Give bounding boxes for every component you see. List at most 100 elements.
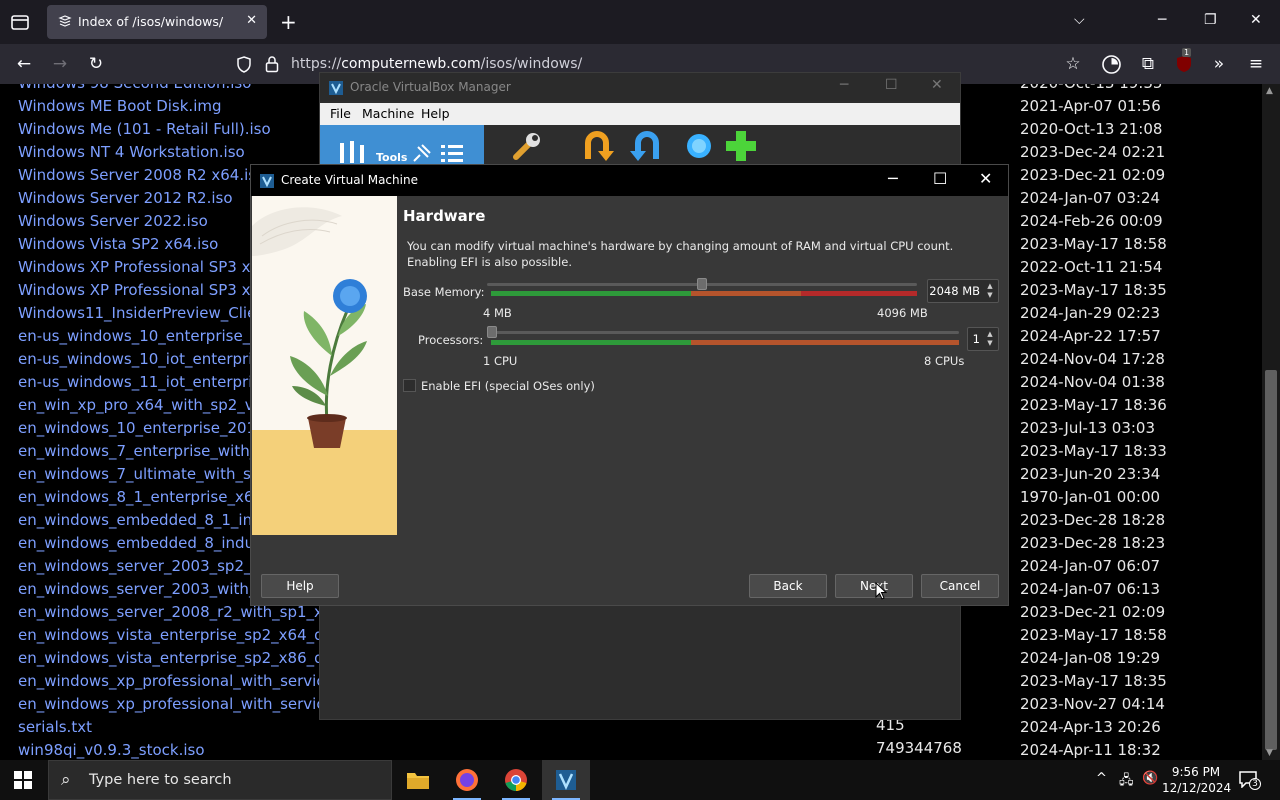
base-memory-spinbox[interactable]: 2048 MB ▲ ▼: [927, 279, 999, 303]
file-link[interactable]: win98qi_v0.9.3_stock.iso: [18, 739, 350, 760]
spin-arrows-icon[interactable]: ▲ ▼: [984, 282, 996, 300]
back-icon[interactable]: ←: [13, 54, 35, 76]
file-link[interactable]: serials.txt: [18, 716, 350, 739]
ublock-extension[interactable]: 1: [1174, 48, 1194, 74]
processors-value: 1: [972, 332, 980, 346]
history-extension-icon[interactable]: [1101, 54, 1122, 75]
bookmark-star-icon[interactable]: ☆: [1062, 54, 1084, 76]
pin-icon[interactable]: [410, 143, 432, 165]
menu-help[interactable]: Help: [421, 106, 450, 121]
windows-start-icon[interactable]: [14, 771, 32, 789]
lock-icon[interactable]: [265, 55, 279, 73]
add-machine-icon[interactable]: [724, 129, 758, 163]
taskbar-chrome[interactable]: [492, 760, 540, 800]
notification-center[interactable]: 3: [1238, 770, 1261, 790]
taskbar-virtualbox[interactable]: [542, 760, 590, 800]
enable-efi-checkbox[interactable]: [403, 379, 416, 392]
dialog-close-icon[interactable]: ✕: [979, 169, 992, 188]
virtualbox-logo-icon: [260, 174, 274, 188]
browser-tab[interactable]: Index of /isos/windows/ ✕: [47, 5, 267, 39]
date-cell: 2024-Nov-04 17:28: [1020, 350, 1165, 368]
page-scrollbar[interactable]: ▲ ▼: [1262, 84, 1280, 760]
import-appliance-icon[interactable]: [580, 129, 614, 163]
url-host: computernewb.com: [341, 56, 481, 72]
file-link[interactable]: en_windows_vista_enterprise_sp2_x64_dvd_: [18, 624, 350, 647]
base-memory-range-bar: [491, 291, 917, 296]
base-memory-label: Base Memory:: [403, 285, 485, 299]
date-cell: 2023-May-17 18:36: [1020, 396, 1167, 414]
new-machine-icon[interactable]: [682, 129, 716, 163]
tab-list-icon[interactable]: [8, 10, 32, 34]
taskbar-search-box[interactable]: ⌕ Type here to search: [48, 760, 392, 800]
restore-window-icon[interactable]: ❐: [1204, 12, 1217, 28]
tools-pane[interactable]: Tools: [320, 125, 484, 169]
forward-icon[interactable]: →: [49, 54, 71, 76]
export-appliance-icon[interactable]: [630, 129, 664, 163]
dialog-title: Create Virtual Machine: [281, 173, 418, 187]
tools-label: Tools: [376, 151, 408, 164]
date-column: 2020-Oct-13 19:35 2021-Apr-07 01:56 2020-O…: [1020, 84, 1167, 760]
next-button[interactable]: Next: [835, 574, 913, 598]
menu-file[interactable]: File: [330, 106, 351, 121]
list-all-tabs-icon[interactable]: ⌵: [1074, 12, 1085, 28]
cancel-button[interactable]: Cancel: [921, 574, 999, 598]
scroll-down-icon[interactable]: ▼: [1266, 748, 1273, 758]
reload-icon[interactable]: ↻: [85, 54, 107, 76]
processors-slider-handle[interactable]: [487, 326, 497, 338]
dialog-maximize-icon[interactable]: ☐: [933, 169, 947, 188]
tab-close-icon[interactable]: ✕: [246, 13, 257, 28]
file-link[interactable]: en_windows_vista_enterprise_sp2_x86_dvd_: [18, 647, 350, 670]
minimize-window-icon[interactable]: ─: [1158, 12, 1166, 28]
vbm-close-icon[interactable]: ✕: [931, 77, 943, 93]
date-cell: 2023-Dec-28 18:28: [1020, 511, 1166, 529]
list-view-icon[interactable]: [440, 143, 464, 165]
tools-icon: [340, 141, 364, 163]
scroll-up-icon[interactable]: ▲: [1266, 86, 1273, 96]
vbm-maximize-icon[interactable]: ☐: [885, 77, 898, 93]
network-icon[interactable]: 🖧: [1119, 771, 1134, 793]
processors-slider[interactable]: [487, 331, 959, 334]
folder-icon: [407, 773, 429, 789]
virtualbox-icon: [556, 770, 576, 790]
processors-min-label: 1 CPU: [483, 354, 518, 368]
spin-arrows-icon[interactable]: ▲ ▼: [984, 330, 996, 348]
extensions-puzzle-icon[interactable]: ⧉: [1137, 54, 1159, 76]
file-link[interactable]: Windows NT 4 Workstation.iso: [18, 141, 350, 164]
date-cell: 2020-Oct-13 19:35: [1020, 84, 1167, 95]
back-button[interactable]: Back: [749, 574, 827, 598]
taskbar-clock[interactable]: 9:56 PM 12/12/2024: [1162, 764, 1231, 796]
app-menu-icon[interactable]: ≡: [1245, 54, 1267, 76]
search-placeholder: Type here to search: [89, 772, 232, 788]
file-link[interactable]: Windows 98 Second Edition.iso: [18, 84, 350, 95]
vbm-minimize-icon[interactable]: ─: [840, 77, 848, 93]
scrollbar-thumb[interactable]: [1265, 370, 1277, 750]
tracking-protection-icon[interactable]: [236, 56, 252, 73]
overflow-chevron-icon[interactable]: »: [1208, 54, 1230, 76]
preferences-wrench-icon[interactable]: [510, 129, 544, 163]
mouse-cursor-icon: [875, 582, 887, 600]
enable-efi-label[interactable]: Enable EFI (special OSes only): [421, 379, 595, 393]
menu-machine[interactable]: Machine: [362, 106, 414, 121]
date-cell: 2022-Oct-11 21:54: [1020, 258, 1163, 276]
taskbar-file-explorer[interactable]: [394, 760, 442, 800]
date-cell: 2023-Dec-21 02:09: [1020, 603, 1166, 621]
file-link[interactable]: en_windows_xp_professional_with_service_: [18, 693, 350, 716]
url-text[interactable]: https://computernewb.com/isos/windows/: [291, 56, 582, 72]
base-memory-slider-handle[interactable]: [697, 278, 707, 290]
file-link[interactable]: Windows Me (101 - Retail Full).iso: [18, 118, 350, 141]
description-line-1: You can modify virtual machine's hardwar…: [407, 239, 954, 253]
base-memory-value: 2048 MB: [929, 284, 980, 298]
new-tab-icon[interactable]: +: [280, 10, 297, 34]
date-cell: 2024-Jan-07 06:07: [1020, 557, 1161, 575]
vbm-title-bar: Oracle VirtualBox Manager ─ ☐ ✕: [320, 73, 960, 101]
tray-overflow-chevron-icon[interactable]: ^: [1096, 771, 1107, 786]
close-window-icon[interactable]: ✕: [1250, 12, 1262, 28]
processors-spinbox[interactable]: 1 ▲ ▼: [967, 327, 999, 351]
help-button[interactable]: Help: [261, 574, 339, 598]
file-link[interactable]: en_windows_xp_professional_with_service_: [18, 670, 350, 693]
dialog-minimize-icon[interactable]: ─: [888, 169, 898, 188]
file-link[interactable]: Windows ME Boot Disk.img: [18, 95, 350, 118]
volume-muted-icon[interactable]: 🔇: [1142, 771, 1158, 786]
taskbar-firefox[interactable]: [443, 760, 491, 800]
vbm-title: Oracle VirtualBox Manager: [350, 80, 511, 94]
